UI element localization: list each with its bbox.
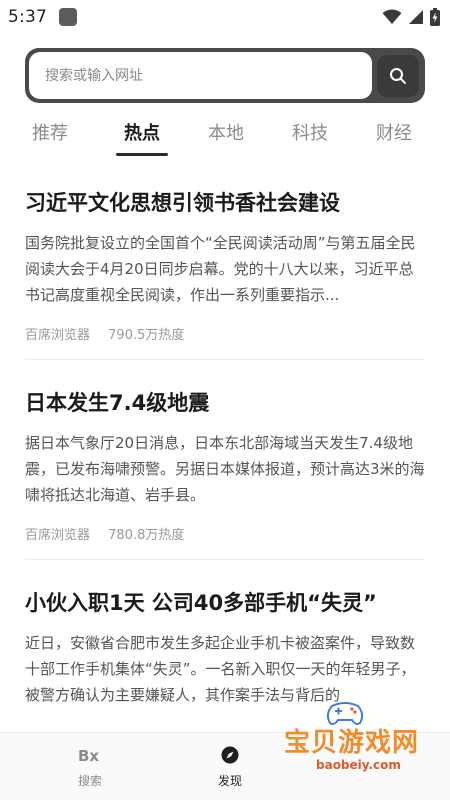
news-heat: 780.8万热度 <box>108 528 185 543</box>
news-meta: 百席浏览器 790.5万热度 <box>25 324 425 359</box>
search-bar <box>25 48 425 103</box>
news-summary: 近日，安徽省合肥市发生多起企业手机卡被盗案件，导致数十部工作手机集体“失灵”。一… <box>25 634 416 704</box>
status-indicators <box>382 8 440 26</box>
watermark: 宝贝游戏网 baobeiy.com <box>264 698 424 778</box>
news-source: 百席浏览器 <box>25 328 91 343</box>
bx-search-icon: Bx <box>78 743 102 767</box>
news-summary: 国务院批复设立的全国首个“全民阅读活动周”与第五届全民阅读大会于4月20日同步启… <box>25 234 416 304</box>
tab-tech[interactable]: 科技 <box>268 115 352 160</box>
tab-local[interactable]: 本地 <box>184 115 268 160</box>
status-time: 5:37 <box>8 7 47 27</box>
nav-search[interactable]: Bx 搜索 <box>20 733 160 800</box>
compass-icon <box>220 743 240 767</box>
search-input[interactable] <box>29 52 372 99</box>
nav-discover-label: 发现 <box>217 774 242 788</box>
news-source: 百席浏览器 <box>25 528 91 543</box>
status-bar: 5:37 <box>0 0 450 34</box>
watermark-url: baobeiy.com <box>316 758 401 772</box>
news-heat: 790.5万热度 <box>108 328 185 343</box>
notification-icon <box>58 8 77 26</box>
news-item[interactable]: 日本发生7.4级地震 据日本气象厅20日消息，日本东北部海域当天发生7.4级地震… <box>25 359 425 559</box>
news-title[interactable]: 小伙入职1天 公司40多部手机“失灵” <box>25 588 425 618</box>
tab-recommend[interactable]: 推荐 <box>0 115 100 160</box>
news-title[interactable]: 日本发生7.4级地震 <box>25 388 425 418</box>
watermark-name: 宝贝游戏网 <box>284 728 420 758</box>
news-title[interactable]: 习近平文化思想引领书香社会建设 <box>25 188 425 218</box>
news-item[interactable]: 习近平文化思想引领书香社会建设 国务院批复设立的全国首个“全民阅读活动周”与第五… <box>0 160 450 359</box>
news-item[interactable]: 小伙入职1天 公司40多部手机“失灵” 近日，安徽省合肥市发生多起企业手机卡被盗… <box>25 559 425 708</box>
signal-icon <box>409 10 423 24</box>
news-feed: 习近平文化思想引领书香社会建设 国务院批复设立的全国首个“全民阅读活动周”与第五… <box>0 160 450 732</box>
news-meta: 百席浏览器 780.8万热度 <box>25 524 425 559</box>
battery-icon <box>430 8 440 26</box>
news-summary: 据日本气象厅20日消息，日本东北部海域当天发生7.4级地震，已发布海啸预警。另据… <box>25 434 425 504</box>
wifi-icon <box>382 9 402 24</box>
nav-search-label: 搜索 <box>77 774 102 788</box>
tab-finance[interactable]: 财经 <box>352 115 436 160</box>
svg-text:Bx: Bx <box>78 747 99 763</box>
category-tabs: 推荐 热点 本地 科技 财经 <box>0 115 450 160</box>
tab-hot[interactable]: 热点 <box>100 115 184 160</box>
search-icon <box>390 67 406 84</box>
search-button[interactable] <box>377 54 419 97</box>
